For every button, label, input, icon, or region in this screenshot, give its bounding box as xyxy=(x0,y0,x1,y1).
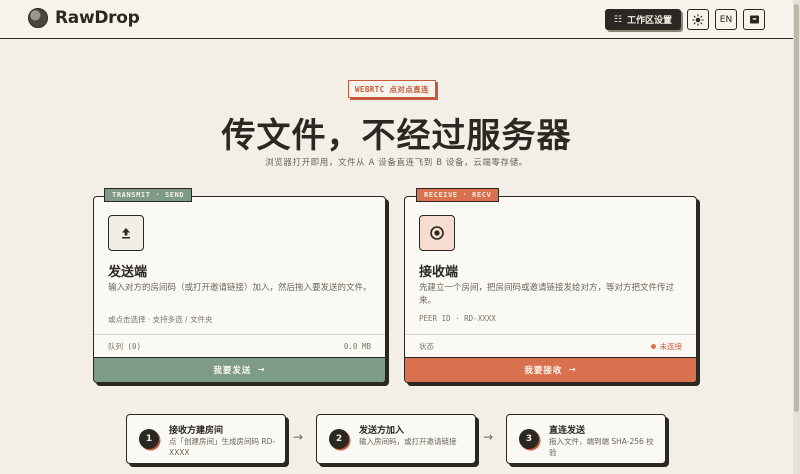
step-title: 直连发送 xyxy=(549,426,586,436)
recv-action-label: 我要接收 xyxy=(524,366,563,376)
arrow-right-icon: → xyxy=(257,365,266,375)
send-action-label: 我要发送 xyxy=(213,366,252,376)
brand-logo[interactable]: RawDrop xyxy=(28,8,140,28)
sliders-icon: ☷ xyxy=(613,14,622,25)
send-card-hint[interactable]: 或点击选择 · 支持多选 / 文件夹 xyxy=(108,314,212,325)
sun-icon xyxy=(692,13,704,26)
status-dot-icon xyxy=(650,343,656,349)
workspace-settings-label: 工作区设置 xyxy=(626,16,672,26)
recv-card-tag: RECEIVE · RECV xyxy=(416,188,500,202)
connection-status: 未连接 xyxy=(650,341,683,352)
hero-title: 传文件，不经过服务器 xyxy=(221,116,572,156)
recv-card-description: 先建立一个房间，把房间码或邀请链接发给对方，等对方把文件传过来。 xyxy=(419,283,675,306)
step-description: 拖入文件，端到端 SHA-256 校验 xyxy=(549,437,654,457)
hero-eyebrow-badge: WEBRTC 点对点直连 xyxy=(348,80,436,98)
status-label: 状态 xyxy=(419,341,434,351)
queue-count: 队列 (0) xyxy=(108,341,142,351)
send-icon-box xyxy=(108,215,144,251)
step-number: 3 xyxy=(519,429,539,449)
archive-button[interactable] xyxy=(743,9,765,30)
step-card: 2 发送方加入 输入房间码，或打开邀请链接 xyxy=(316,414,476,464)
workspace-settings-button[interactable]: ☷ 工作区设置 xyxy=(604,9,681,30)
connection-status-text: 未连接 xyxy=(659,341,683,351)
step-description: 输入房间码，或打开邀请链接 xyxy=(359,437,457,446)
step-card: 1 接收方建房间 点「创建房间」生成房间码 RD-XXXX xyxy=(126,414,286,464)
step-title: 发送方加入 xyxy=(359,426,405,436)
box-icon xyxy=(749,15,759,24)
theme-toggle-button[interactable] xyxy=(687,9,709,30)
brand-name: RawDrop xyxy=(55,8,140,28)
step-number: 2 xyxy=(329,429,349,449)
step-arrow-icon: → xyxy=(483,430,494,444)
recv-card-title: 接收端 xyxy=(419,265,459,280)
language-button[interactable]: EN xyxy=(715,9,737,30)
scrollbar-track[interactable] xyxy=(793,0,800,474)
header-actions: ☷ 工作区设置 EN xyxy=(604,9,765,30)
step-description: 点「创建房间」生成房间码 RD-XXXX xyxy=(169,437,276,457)
send-card-tag: TRANSMIT · SEND xyxy=(104,188,193,202)
scrollbar-thumb[interactable] xyxy=(794,4,799,412)
language-label: EN xyxy=(719,14,733,25)
step-card: 3 直连发送 拖入文件，端到端 SHA-256 校验 xyxy=(506,414,666,464)
recv-icon-box xyxy=(419,215,455,251)
logo-mark-icon xyxy=(28,8,48,28)
upload-icon xyxy=(122,228,130,239)
send-card-description: 输入对方的房间码（或打开邀请链接）加入，然后拖入要发送的文件。 xyxy=(108,283,372,293)
step-arrow-icon: → xyxy=(293,430,304,444)
recv-action-button[interactable]: 我要接收 → xyxy=(405,357,696,382)
step-title: 接收方建房间 xyxy=(169,426,224,436)
hero-subtitle: 浏览器打开即用，文件从 A 设备直连飞到 B 设备，云端零存储。 xyxy=(265,158,528,168)
arrow-right-icon: → xyxy=(568,365,577,375)
send-card-meta: 队列 (0) 0.0 MB xyxy=(94,334,385,357)
send-action-button[interactable]: 我要发送 → xyxy=(94,357,385,382)
peer-id: PEER ID · RD-XXXX xyxy=(419,314,496,323)
send-card-title: 发送端 xyxy=(108,265,148,280)
app-header: RawDrop ☷ 工作区设置 EN xyxy=(0,0,793,39)
recv-card[interactable]: 接收端 先建立一个房间，把房间码或邀请链接发给对方，等对方把文件传过来。 PEE… xyxy=(404,196,697,383)
step-number: 1 xyxy=(139,429,159,449)
send-card[interactable]: 发送端 输入对方的房间码（或打开邀请链接）加入，然后拖入要发送的文件。 或点击选… xyxy=(93,196,386,383)
queue-size: 0.0 MB xyxy=(343,341,371,351)
recv-card-meta: 状态 未连接 xyxy=(405,334,696,357)
target-icon xyxy=(430,226,444,240)
